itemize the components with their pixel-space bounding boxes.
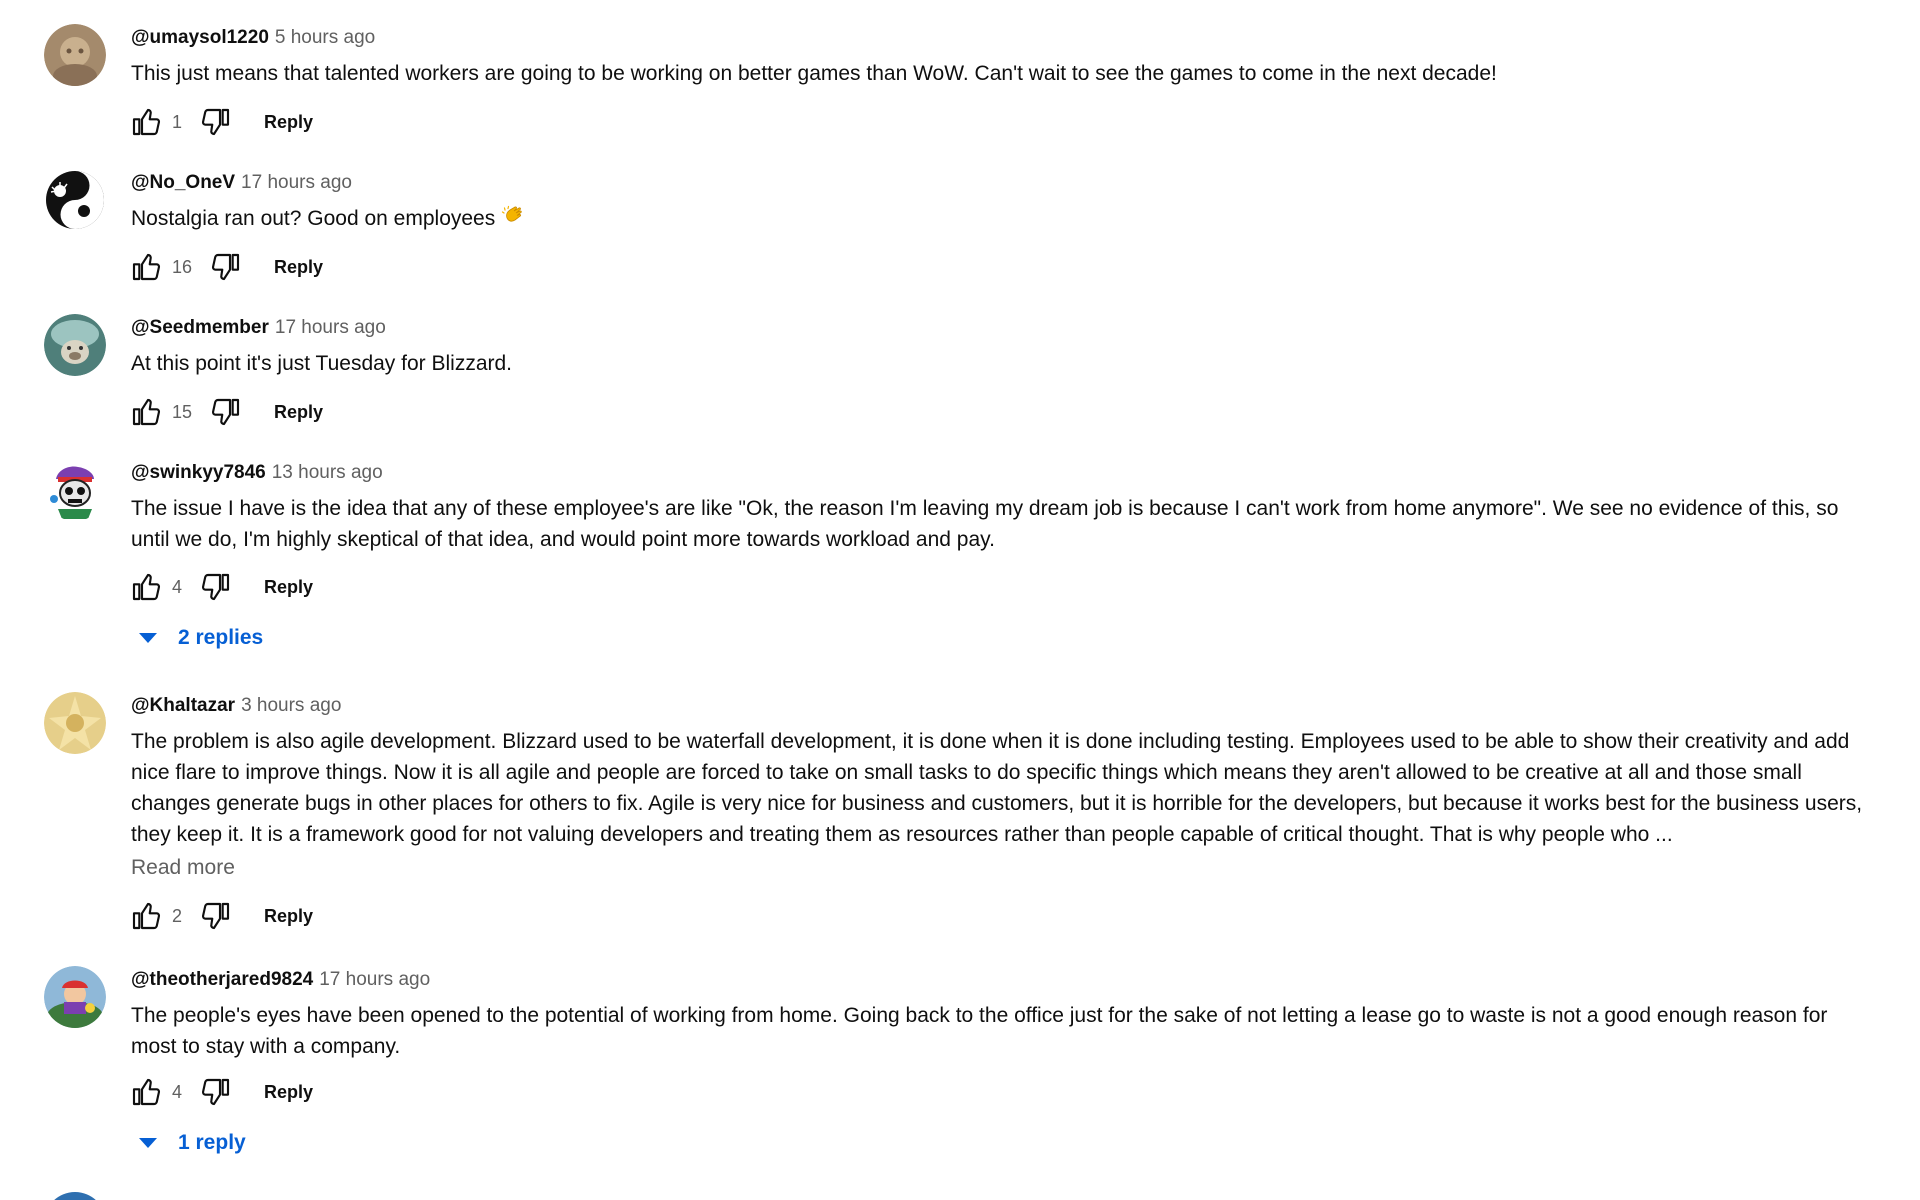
like-button[interactable] [126,567,166,607]
comment-author[interactable]: @umaysol1220 [131,27,269,48]
thumbs-up-icon [132,398,161,426]
avatar[interactable] [44,966,106,1028]
comment-author[interactable]: @Khaltazar [131,695,235,716]
thumbs-down-icon [201,902,230,930]
like-count: 16 [172,256,193,277]
comment-header: @umaysol1220 5 hours ago [131,26,375,50]
comment-author[interactable]: @Seedmember [131,317,269,338]
comment-header: @No_OneV 17 hours ago [131,171,352,195]
comment-text: This just means that talented workers ar… [131,62,1497,85]
reply-button[interactable]: Reply [264,906,313,927]
like-count: 4 [172,1081,183,1102]
thumbs-down-icon [211,253,240,281]
like-button[interactable] [126,1072,166,1112]
dislike-button[interactable] [196,1072,236,1112]
like-button[interactable] [126,247,166,287]
comment-header: @Khaltazar 3 hours ago [131,694,341,718]
comment-actions: 16 Reply [126,247,323,287]
comment-text-body: Nostalgia ran out? Good on employees [131,207,496,230]
comment-text: Nostalgia ran out? Good on employees [131,203,1871,237]
thumbs-down-icon [201,1078,230,1106]
thumbs-down-icon [211,398,240,426]
dislike-button[interactable] [196,896,236,936]
caret-down-icon [139,633,157,643]
avatar[interactable] [44,314,106,376]
like-count: 4 [172,576,183,597]
comment-timestamp[interactable]: 3 hours ago [241,695,341,716]
comment-header: @Seedmember 17 hours ago [131,316,386,340]
dislike-button[interactable] [206,392,246,432]
comment-actions: 4 Reply [126,567,313,607]
replies-count-label: 1 reply [178,1131,246,1154]
comment-text: At this point it's just Tuesday for Bliz… [131,352,513,375]
comment-text: The people's eyes have been opened to th… [131,1004,1828,1058]
clapping-hands-emoji [501,204,525,237]
reply-button[interactable]: Reply [264,1082,313,1103]
like-count: 2 [172,905,183,926]
comment-header: @theotherjared9824 17 hours ago [131,968,430,992]
thumbs-up-icon [132,253,161,281]
caret-down-icon [139,1138,157,1148]
thumbs-up-icon [132,902,161,930]
avatar[interactable] [44,1192,106,1200]
avatar[interactable] [44,692,106,754]
comment-timestamp[interactable]: 17 hours ago [275,317,386,338]
dislike-button[interactable] [206,247,246,287]
comment-actions: 15 Reply [126,392,323,432]
avatar[interactable] [44,459,106,521]
comment-text: The issue I have is the idea that any of… [131,497,1839,551]
comment-timestamp[interactable]: 17 hours ago [319,969,430,990]
avatar[interactable] [44,169,106,231]
avatar[interactable] [44,24,106,86]
view-replies-button[interactable]: 1 reply [136,1123,246,1163]
comment-timestamp[interactable]: 17 hours ago [241,172,352,193]
like-button[interactable] [126,392,166,432]
replies-count-label: 2 replies [178,626,264,649]
thumbs-down-icon [201,573,230,601]
like-count: 15 [172,401,193,422]
comment-actions: 2 Reply [126,896,313,936]
dislike-button[interactable] [196,567,236,607]
reply-button[interactable]: Reply [274,257,323,278]
reply-button[interactable]: Reply [264,577,313,598]
thumbs-up-icon [132,1078,161,1106]
thumbs-up-icon [132,573,161,601]
comment-actions: 1 Reply [126,102,313,142]
comment-author[interactable]: @swinkyy7846 [131,462,266,483]
comment-timestamp[interactable]: 5 hours ago [275,27,375,48]
like-count: 1 [172,111,183,132]
view-replies-button[interactable]: 2 replies [136,618,263,658]
dislike-button[interactable] [196,102,236,142]
comment-actions: 4 Reply [126,1072,313,1112]
comment-author[interactable]: @theotherjared9824 [131,969,313,990]
like-button[interactable] [126,896,166,936]
reply-button[interactable]: Reply [274,402,323,423]
comment-timestamp[interactable]: 13 hours ago [272,462,383,483]
reply-button[interactable]: Reply [264,112,313,133]
comment-header: @swinkyy7846 13 hours ago [131,461,383,485]
like-button[interactable] [126,102,166,142]
comment-author[interactable]: @No_OneV [131,172,235,193]
comment-text: The problem is also agile development. B… [131,730,1863,846]
thumbs-down-icon [201,108,230,136]
read-more-button[interactable]: Read more [131,854,235,882]
thumbs-up-icon [132,108,161,136]
